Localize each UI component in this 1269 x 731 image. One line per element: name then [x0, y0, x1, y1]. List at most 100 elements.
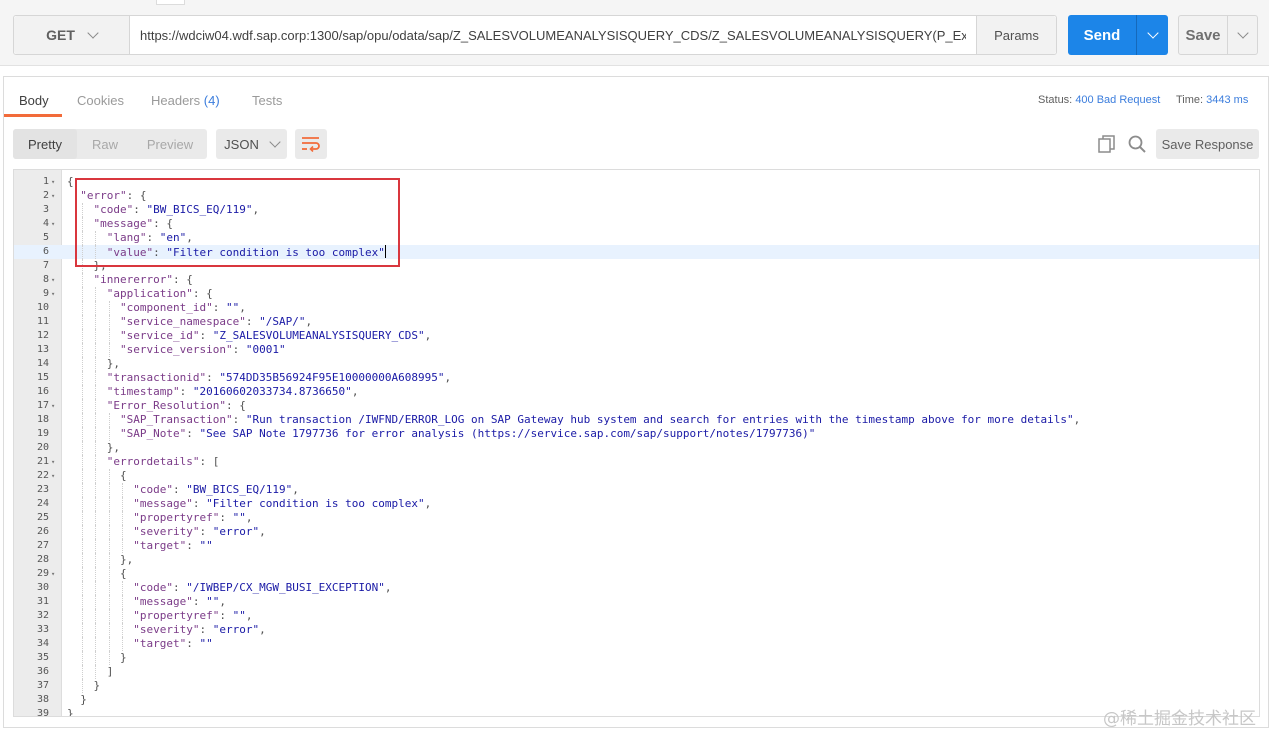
code-line: 25 "propertyref": "",: [14, 511, 1259, 525]
code-text: }: [67, 651, 127, 664]
code-text: }: [67, 679, 101, 692]
response-body-editor[interactable]: 1 ▾{2 ▾ "error": {3 "code": "BW_BICS_EQ/11…: [13, 169, 1260, 717]
headers-count-badge: (4): [203, 93, 220, 108]
line-number: 7: [42, 260, 49, 271]
code-line: 32 "propertyref": "",: [14, 609, 1259, 623]
method-select[interactable]: GET: [14, 16, 130, 54]
format-pretty[interactable]: Pretty: [13, 129, 77, 159]
code-text: }: [67, 707, 74, 717]
code-line: 20 },: [14, 441, 1259, 455]
code-text: "service_id": "Z_SALESVOLUMEANALYSISQUER…: [119, 329, 432, 342]
line-number: 6: [42, 246, 49, 257]
fold-toggle-icon[interactable]: ▾: [51, 399, 61, 413]
fold-toggle-icon[interactable]: ▾: [51, 273, 61, 287]
send-button[interactable]: Send: [1068, 15, 1168, 55]
code-text: "transactionid": "574DD35B56924F95E10000…: [106, 371, 452, 384]
format-raw[interactable]: Raw: [77, 129, 133, 159]
line-number: 18: [36, 414, 49, 425]
code-text: "target": "": [133, 539, 213, 552]
status-readout: Status: 400 Bad Request: [1038, 94, 1160, 106]
line-number: 27: [36, 540, 49, 551]
fold-toggle-icon[interactable]: ▾: [51, 287, 61, 301]
line-number: 30: [36, 582, 49, 593]
line-number: 23: [36, 484, 49, 495]
code-text: {: [67, 175, 74, 188]
status-value: 400 Bad Request: [1075, 94, 1161, 106]
tab-headers[interactable]: Headers (4): [151, 93, 220, 108]
code-text: "service_version": "0001": [119, 343, 286, 356]
line-number: 10: [36, 302, 49, 313]
line-number: 29: [36, 568, 49, 579]
request-tab-stub[interactable]: [156, 0, 185, 5]
fold-toggle-icon[interactable]: ▾: [51, 469, 61, 483]
line-number: 22: [36, 470, 49, 481]
save-button[interactable]: Save: [1178, 15, 1258, 55]
send-dropdown[interactable]: [1136, 15, 1168, 55]
format-preview[interactable]: Preview: [133, 129, 207, 159]
params-button[interactable]: Params: [976, 16, 1056, 54]
code-line: 6 "value": "Filter condition is too comp…: [14, 245, 1259, 259]
code-text: "target": "": [133, 637, 213, 650]
code-line: 16 "timestamp": "20160602033734.8736650"…: [14, 385, 1259, 399]
language-label: JSON: [224, 136, 259, 152]
tab-body[interactable]: Body: [19, 93, 49, 108]
save-dropdown[interactable]: [1227, 16, 1257, 54]
code-line: 37 }: [14, 679, 1259, 693]
url-input[interactable]: [130, 16, 976, 54]
code-line: 5 "lang": "en",: [14, 231, 1259, 245]
code-text: },: [67, 553, 134, 566]
code-text: },: [67, 259, 107, 272]
code-line: 8 ▾ "innererror": {: [14, 273, 1259, 287]
fold-toggle-icon[interactable]: ▾: [51, 189, 61, 203]
code-line: 31 "message": "",: [14, 595, 1259, 609]
code-text: "error": {: [80, 189, 147, 202]
save-response-button[interactable]: Save Response: [1156, 129, 1259, 159]
line-number: 5: [42, 232, 49, 243]
line-number: 32: [36, 610, 49, 621]
code-line: 34 "target": "": [14, 637, 1259, 651]
response-tabs: Body Cookies Headers (4) Tests Status: 4…: [4, 77, 1268, 117]
code-text: "message": "Filter condition is too comp…: [133, 497, 432, 510]
line-number: 13: [36, 344, 49, 355]
fold-toggle-icon[interactable]: ▾: [51, 217, 61, 231]
chevron-down-icon: [1146, 27, 1159, 39]
line-number: 1: [42, 176, 49, 187]
code-line: 14 },: [14, 357, 1259, 371]
code-text: "propertyref": "",: [133, 609, 253, 622]
tab-cookies[interactable]: Cookies: [77, 93, 124, 108]
code-text: "SAP_Transaction": "Run transaction /IWF…: [119, 413, 1081, 426]
method-label: GET: [46, 27, 75, 43]
code-text: }: [67, 693, 87, 706]
line-number: 39: [36, 708, 49, 717]
search-icon[interactable]: [1127, 134, 1147, 154]
copy-icon[interactable]: [1097, 134, 1117, 154]
code-line: 19 "SAP_Note": "See SAP Note 1797736 for…: [14, 427, 1259, 441]
response-panel: Body Cookies Headers (4) Tests Status: 4…: [3, 76, 1269, 728]
code-text: "service_namespace": "/SAP/",: [119, 315, 313, 328]
code-text: "lang": "en",: [106, 231, 193, 244]
line-number: 34: [36, 638, 49, 649]
line-number: 14: [36, 358, 49, 369]
code-line: 23 "code": "BW_BICS_EQ/119",: [14, 483, 1259, 497]
wrap-lines-button[interactable]: [295, 129, 327, 159]
request-area: GET Params Send Save: [0, 0, 1269, 66]
save-label: Save: [1185, 26, 1221, 44]
code-text: "innererror": {: [93, 273, 193, 286]
chevron-down-icon: [1236, 27, 1249, 39]
code-line: 27 "target": "": [14, 539, 1259, 553]
code-line: 17 ▾ "Error_Resolution": {: [14, 399, 1259, 413]
fold-toggle-icon[interactable]: ▾: [51, 455, 61, 469]
code-text: "errordetails": [: [106, 455, 220, 468]
fold-toggle-icon[interactable]: ▾: [51, 567, 61, 581]
code-line: 26 "severity": "error",: [14, 525, 1259, 539]
line-number: 35: [36, 652, 49, 663]
code-line: 1 ▾ {: [14, 175, 1259, 189]
tab-tests[interactable]: Tests: [252, 93, 282, 108]
fold-toggle-icon[interactable]: ▾: [51, 175, 61, 189]
line-number: 17: [36, 400, 49, 411]
language-select[interactable]: JSON: [216, 129, 287, 159]
code-line: 12 "service_id": "Z_SALESVOLUMEANALYSISQ…: [14, 329, 1259, 343]
code-text: "component_id": "",: [119, 301, 246, 314]
line-number: 16: [36, 386, 49, 397]
code-text: ]: [67, 665, 114, 678]
